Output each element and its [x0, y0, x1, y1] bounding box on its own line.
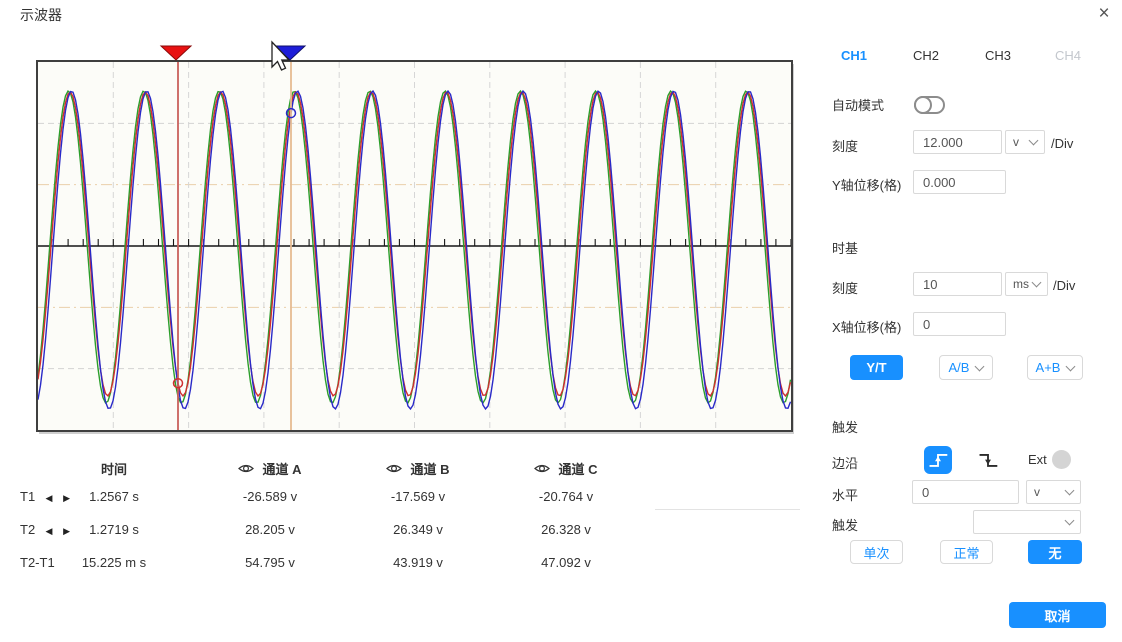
trigger-source-select[interactable] — [973, 510, 1081, 534]
falling-edge-button[interactable] — [974, 446, 1002, 474]
time-header: 时间 — [76, 459, 152, 478]
cancel-button[interactable]: 取消 — [1009, 602, 1106, 628]
chevron-down-icon — [1066, 361, 1076, 371]
edge-label: 边沿 — [832, 453, 858, 472]
channel-a-header: 通道 A — [262, 459, 301, 478]
measurement-row-t2: T2 ◀ ▶ 1.2719 s 28.205 v 26.349 v 26.328… — [20, 514, 680, 544]
table-divider — [655, 509, 800, 510]
chevron-down-icon — [1029, 136, 1039, 146]
ab-mode-label: A/B — [949, 360, 970, 375]
measurement-row-t1: T1 ◀ ▶ 1.2567 s -26.589 v -17.569 v -20.… — [20, 481, 680, 511]
t1-next-arrow-icon[interactable]: ▶ — [60, 493, 74, 504]
apb-mode-button[interactable]: A+B — [1027, 355, 1083, 380]
t2-t1-label: T2-T1 — [20, 555, 76, 570]
ch-scale-label: 刻度 — [832, 136, 858, 155]
trigger-level-input[interactable] — [912, 480, 1019, 504]
rising-edge-icon — [927, 449, 949, 471]
t2-time-value: 1.2719 s — [76, 522, 152, 537]
t2-t1-channel-b-value: 43.919 v — [344, 555, 492, 570]
cursor-t1-flag-icon[interactable] — [161, 46, 191, 60]
t2-channel-b-value: 26.349 v — [344, 522, 492, 537]
t2-t1-channel-a-value: 54.795 v — [196, 555, 344, 570]
measurements-header-row: 时间 通道 A 通道 B 通道 C — [20, 455, 680, 481]
tb-scale-unit-value: ms — [1013, 277, 1029, 291]
x-offset-input[interactable] — [913, 312, 1006, 336]
tab-ch2[interactable]: CH2 — [913, 48, 939, 63]
close-button[interactable]: × — [1092, 2, 1116, 26]
trigger-source-label: 触发 — [832, 515, 858, 534]
t2-channel-c-value: 26.328 v — [492, 522, 640, 537]
x-offset-label: X轴位移(格) — [832, 317, 901, 336]
chevron-down-icon — [1065, 486, 1075, 496]
waveform-plot — [38, 62, 791, 430]
channel-b-visibility-eye-icon[interactable] — [386, 463, 402, 474]
t1-channel-b-value: -17.569 v — [344, 489, 492, 504]
trigger-heading: 触发 — [832, 417, 858, 436]
cursor-flag-overlay — [0, 0, 820, 80]
tab-ch4[interactable]: CH4 — [1055, 48, 1081, 63]
ch-scale-input[interactable] — [913, 130, 1002, 154]
t2-t1-time-value: 15.225 m s — [76, 555, 152, 570]
trigger-level-unit-value: v — [1034, 485, 1040, 499]
t1-channel-c-value: -20.764 v — [492, 489, 640, 504]
tb-per-div-label: /Div — [1053, 278, 1075, 293]
level-label: 水平 — [832, 485, 858, 504]
measurement-row-delta: T2-T1 15.225 m s 54.795 v 43.919 v 47.09… — [20, 547, 680, 577]
t1-channel-a-value: -26.589 v — [196, 489, 344, 504]
auto-mode-toggle[interactable] — [914, 96, 945, 114]
t1-label: T1 — [20, 489, 42, 504]
ab-mode-button[interactable]: A/B — [939, 355, 993, 380]
yt-mode-button[interactable]: Y/T — [850, 355, 903, 380]
timebase-heading: 时基 — [832, 238, 858, 257]
ch-scale-unit-value: v — [1013, 135, 1019, 149]
rising-edge-button[interactable] — [924, 446, 952, 474]
tb-scale-input[interactable] — [913, 272, 1002, 296]
auto-mode-label: 自动模式 — [832, 95, 884, 114]
t2-channel-a-value: 28.205 v — [196, 522, 344, 537]
t1-time-value: 1.2567 s — [76, 489, 152, 504]
ch-scale-unit-select[interactable]: v — [1005, 130, 1045, 154]
channel-b-header: 通道 B — [410, 459, 449, 478]
t2-label: T2 — [20, 522, 42, 537]
apb-mode-label: A+B — [1036, 360, 1061, 375]
measurements-table: 时间 通道 A 通道 B 通道 C T1 ◀ ▶ 1.2567 s — [20, 455, 680, 577]
tab-ch3[interactable]: CH3 — [985, 48, 1011, 63]
tb-scale-label: 刻度 — [832, 278, 858, 297]
single-trigger-button[interactable]: 单次 — [850, 540, 903, 564]
chevron-down-icon — [975, 361, 985, 371]
chevron-down-icon — [1065, 516, 1075, 526]
y-offset-label: Y轴位移(格) — [832, 175, 901, 194]
chevron-down-icon — [1032, 278, 1042, 288]
falling-edge-icon — [977, 449, 999, 471]
normal-trigger-button[interactable]: 正常 — [940, 540, 993, 564]
y-offset-input[interactable] — [913, 170, 1006, 194]
t2-t1-channel-c-value: 47.092 v — [492, 555, 640, 570]
tb-scale-unit-select[interactable]: ms — [1005, 272, 1048, 296]
ext-trigger-led — [1052, 450, 1071, 469]
t2-next-arrow-icon[interactable]: ▶ — [60, 526, 74, 537]
no-trigger-button[interactable]: 无 — [1028, 540, 1082, 564]
oscilloscope-display — [36, 60, 793, 432]
tab-ch1[interactable]: CH1 — [841, 48, 867, 63]
t2-prev-arrow-icon[interactable]: ◀ — [42, 526, 56, 537]
t1-prev-arrow-icon[interactable]: ◀ — [42, 493, 56, 504]
trigger-level-unit-select[interactable]: v — [1026, 480, 1081, 504]
channel-a-visibility-eye-icon[interactable] — [238, 463, 254, 474]
channel-c-visibility-eye-icon[interactable] — [534, 463, 550, 474]
ch-per-div-label: /Div — [1051, 136, 1073, 151]
ext-label: Ext — [1028, 452, 1047, 467]
channel-c-header: 通道 C — [558, 459, 597, 478]
